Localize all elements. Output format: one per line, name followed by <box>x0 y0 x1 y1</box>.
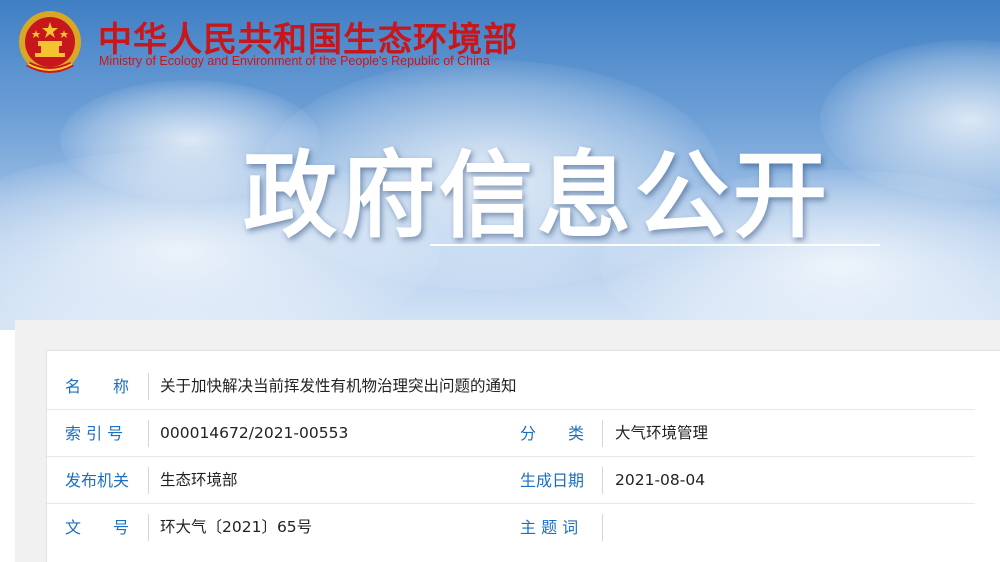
column-divider <box>602 467 603 494</box>
column-divider <box>148 514 149 541</box>
column-divider <box>148 373 149 400</box>
header-banner: 中华人民共和国生态环境部 Ministry of Ecology and Env… <box>0 0 1000 330</box>
docno-label: 文 号 <box>65 518 130 537</box>
date-label: 生成日期 <box>520 471 585 490</box>
column-divider <box>148 467 149 494</box>
document-info-table: 名 称 关于加快解决当前挥发性有机物治理突出问题的通知 索 引 号 000014… <box>46 350 1000 562</box>
name-value: 关于加快解决当前挥发性有机物治理突出问题的通知 <box>160 377 517 395</box>
category-label: 分 类 <box>520 424 585 443</box>
index-label: 索 引 号 <box>65 424 124 443</box>
info-row-index: 索 引 号 000014672/2021-00553 分 类 大气环境管理 <box>47 410 975 457</box>
info-row-docno: 文 号 环大气〔2021〕65号 主 题 词 <box>47 504 975 551</box>
docno-value: 环大气〔2021〕65号 <box>160 518 313 536</box>
title-underline <box>430 244 880 246</box>
category-value: 大气环境管理 <box>615 424 709 442</box>
column-divider <box>602 514 603 541</box>
date-value: 2021-08-04 <box>615 471 706 489</box>
org-name-english: Ministry of Ecology and Environment of t… <box>99 54 490 68</box>
name-label: 名 称 <box>65 377 130 396</box>
column-divider <box>602 420 603 447</box>
index-value: 000014672/2021-00553 <box>160 424 349 442</box>
info-row-name: 名 称 关于加快解决当前挥发性有机物治理突出问题的通知 <box>47 363 975 410</box>
national-emblem-icon <box>19 11 81 73</box>
info-row-issuer: 发布机关 生态环境部 生成日期 2021-08-04 <box>47 457 975 504</box>
column-divider <box>148 420 149 447</box>
keywords-label: 主 题 词 <box>520 518 579 537</box>
issuer-value: 生态环境部 <box>160 471 238 489</box>
page-title: 政府信息公开 <box>243 142 832 251</box>
issuer-label: 发布机关 <box>65 471 130 490</box>
